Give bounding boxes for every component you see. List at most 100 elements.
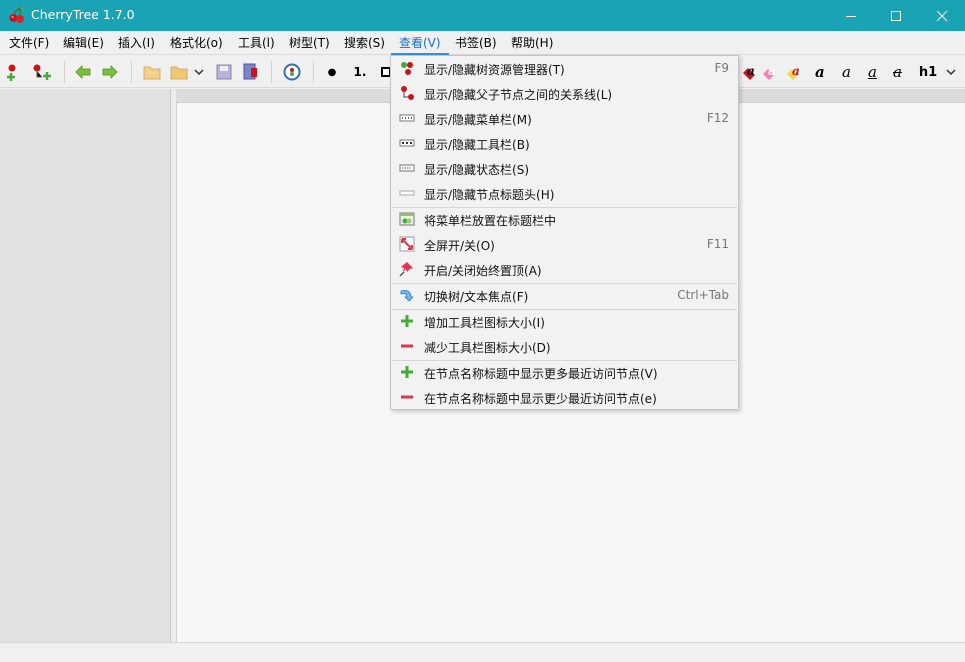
menu-item-label: 显示/隐藏父子节点之间的关系线(L)	[424, 88, 613, 102]
bulleted-list-button[interactable]: ●	[322, 62, 342, 82]
recent-documents-dropdown[interactable]	[192, 62, 206, 82]
new-document-button[interactable]	[142, 62, 162, 82]
highlight-pink-icon: a	[763, 64, 776, 80]
menu-item-label: 显示/隐藏菜单栏(M)	[424, 113, 532, 127]
view-menu-item-always-on-top[interactable]: 开启/关闭始终置顶(A)	[391, 257, 738, 282]
toolbar-separator	[64, 61, 65, 83]
minus-icon	[399, 338, 415, 354]
menu-item-label: 显示/隐藏树资源管理器(T)	[424, 63, 565, 77]
pin-icon	[399, 261, 415, 277]
node-header-icon	[399, 185, 415, 201]
heading-1-button[interactable]: h1	[917, 62, 939, 82]
folder-icon	[143, 66, 161, 80]
italic-button[interactable]: a	[842, 63, 851, 81]
plus-icon	[399, 364, 415, 380]
view-menu-item-fewer-recent-nodes[interactable]: 在节点名称标题中显示更少最近访问节点(e)	[391, 385, 738, 410]
export-icon	[243, 63, 257, 80]
menu-tree[interactable]: 树型(T)	[289, 31, 330, 55]
maximize-icon	[891, 10, 901, 21]
title-bar[interactable]: CherryTree 1.7.0	[0, 0, 965, 31]
view-menu-item-toggle-focus[interactable]: 切换树/文本焦点(F) Ctrl+Tab	[391, 283, 738, 308]
menu-in-titlebar-icon	[399, 211, 415, 227]
view-menu-item-toggle-node-header[interactable]: 显示/隐藏节点标题头(H)	[391, 181, 738, 206]
toggle-focus-icon	[399, 287, 415, 303]
tree-pane[interactable]	[0, 89, 171, 642]
menu-item-shortcut: Ctrl+Tab	[677, 288, 729, 302]
add-subnode-icon	[33, 64, 51, 80]
minimize-button[interactable]	[828, 0, 874, 31]
add-subnode-button[interactable]	[32, 62, 52, 82]
highlight-yellow-button[interactable]: a	[786, 62, 806, 82]
view-menu-item-toggle-statusbar[interactable]: 显示/隐藏状态栏(S)	[391, 156, 738, 181]
arrow-right-icon	[102, 65, 118, 79]
menu-item-label: 在节点名称标题中显示更多最近访问节点(V)	[424, 367, 658, 381]
statusbar-icon	[399, 160, 415, 176]
close-icon	[936, 10, 948, 21]
menu-item-label: 将菜单栏放置在标题栏中	[424, 214, 557, 228]
menu-item-label: 增加工具栏图标大小(I)	[424, 316, 545, 330]
view-menu-item-decrease-toolbar-icons[interactable]: 减少工具栏图标大小(D)	[391, 334, 738, 359]
menu-item-label: 在节点名称标题中显示更少最近访问节点(e)	[424, 392, 657, 406]
strikethrough-button[interactable]: a	[893, 63, 902, 81]
folder-open-icon	[170, 66, 188, 80]
chevron-down-icon	[194, 69, 204, 76]
numbered-list-button[interactable]: 1.	[350, 62, 370, 82]
find-in-nodes-button[interactable]	[282, 62, 302, 82]
toolbar-icon	[399, 135, 415, 151]
menu-item-shortcut: F9	[714, 61, 729, 75]
view-menu-dropdown: 显示/隐藏树资源管理器(T) F9 显示/隐藏父子节点之间的关系线(L) 显示/…	[390, 55, 739, 410]
menu-format[interactable]: 格式化(o)	[170, 31, 223, 55]
svg-text:a: a	[768, 64, 776, 78]
menu-help[interactable]: 帮助(H)	[511, 31, 553, 55]
menu-view[interactable]: 查看(V)	[391, 31, 449, 55]
view-menu-item-toggle-tree-lines[interactable]: 显示/隐藏父子节点之间的关系线(L)	[391, 81, 738, 106]
menu-bar: 文件(F) 编辑(E) 插入(I) 格式化(o) 工具(l) 树型(T) 搜索(…	[0, 31, 965, 55]
save-icon	[216, 64, 232, 80]
go-forward-button[interactable]	[100, 62, 120, 82]
save-button[interactable]	[214, 62, 234, 82]
close-button[interactable]	[919, 0, 965, 31]
view-menu-item-toggle-toolbar[interactable]: 显示/隐藏工具栏(B)	[391, 131, 738, 156]
view-menu-item-toggle-menubar[interactable]: 显示/隐藏菜单栏(M) F12	[391, 106, 738, 131]
window-title: CherryTree 1.7.0	[31, 7, 135, 22]
add-node-button[interactable]	[3, 62, 23, 82]
toolbar-separator	[271, 61, 272, 83]
export-button[interactable]	[240, 62, 260, 82]
text-color-button[interactable]: a	[741, 62, 761, 82]
highlight-yellow-icon: a	[787, 64, 800, 80]
menu-tools[interactable]: 工具(l)	[238, 31, 275, 55]
menubar-icon	[399, 110, 415, 126]
menu-bookmarks[interactable]: 书签(B)	[455, 31, 497, 55]
open-document-button[interactable]	[169, 62, 189, 82]
menu-search[interactable]: 搜索(S)	[344, 31, 385, 55]
maximize-button[interactable]	[873, 0, 919, 31]
menu-item-label: 全屏开/关(O)	[424, 239, 495, 253]
arrow-left-icon	[75, 65, 91, 79]
toolbar-overflow-dropdown[interactable]	[944, 62, 958, 82]
fullscreen-icon	[399, 236, 415, 252]
cherrytree-app-icon	[8, 6, 26, 24]
underline-button[interactable]: a	[868, 63, 877, 81]
view-menu-item-increase-toolbar-icons[interactable]: 增加工具栏图标大小(I)	[391, 309, 738, 334]
view-menu-item-menubar-in-titlebar[interactable]: 将菜单栏放置在标题栏中	[391, 207, 738, 232]
minimize-icon	[846, 15, 856, 17]
menu-file[interactable]: 文件(F)	[9, 31, 49, 55]
cherry-nodes-icon	[399, 85, 415, 101]
view-menu-item-fullscreen[interactable]: 全屏开/关(O) F11	[391, 232, 738, 257]
view-menu-item-more-recent-nodes[interactable]: 在节点名称标题中显示更多最近访问节点(V)	[391, 360, 738, 385]
bold-button[interactable]: a	[815, 63, 825, 81]
minus-icon	[399, 389, 415, 405]
toolbar-separator	[313, 61, 314, 83]
menu-item-label: 切换树/文本焦点(F)	[424, 290, 529, 304]
go-back-button[interactable]	[73, 62, 93, 82]
search-icon	[283, 63, 301, 81]
view-menu-item-toggle-tree[interactable]: 显示/隐藏树资源管理器(T) F9	[391, 56, 738, 81]
menu-item-shortcut: F11	[706, 237, 729, 251]
menu-insert[interactable]: 插入(I)	[118, 31, 155, 55]
text-color-icon: a	[743, 64, 755, 80]
plus-icon	[399, 313, 415, 329]
menu-item-shortcut: F12	[706, 111, 729, 125]
menu-edit[interactable]: 编辑(E)	[63, 31, 104, 55]
highlight-pink-button[interactable]: a	[761, 62, 781, 82]
svg-text:a: a	[792, 64, 800, 78]
